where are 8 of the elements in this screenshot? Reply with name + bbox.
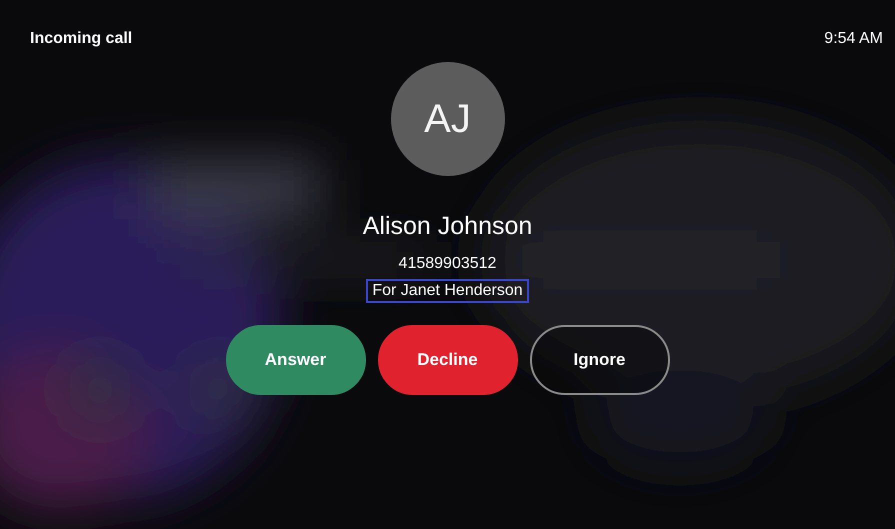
answer-button[interactable]: Answer bbox=[226, 325, 366, 395]
clock-time: 9:54 AM bbox=[824, 30, 883, 48]
caller-name: Alison Johnson bbox=[362, 212, 532, 241]
ignore-button[interactable]: Ignore bbox=[530, 325, 670, 395]
caller-number: 41589903512 bbox=[398, 255, 496, 273]
call-recipient: For Janet Henderson bbox=[366, 279, 529, 303]
screen-title: Incoming call bbox=[30, 30, 132, 48]
decline-button[interactable]: Decline bbox=[378, 325, 518, 395]
